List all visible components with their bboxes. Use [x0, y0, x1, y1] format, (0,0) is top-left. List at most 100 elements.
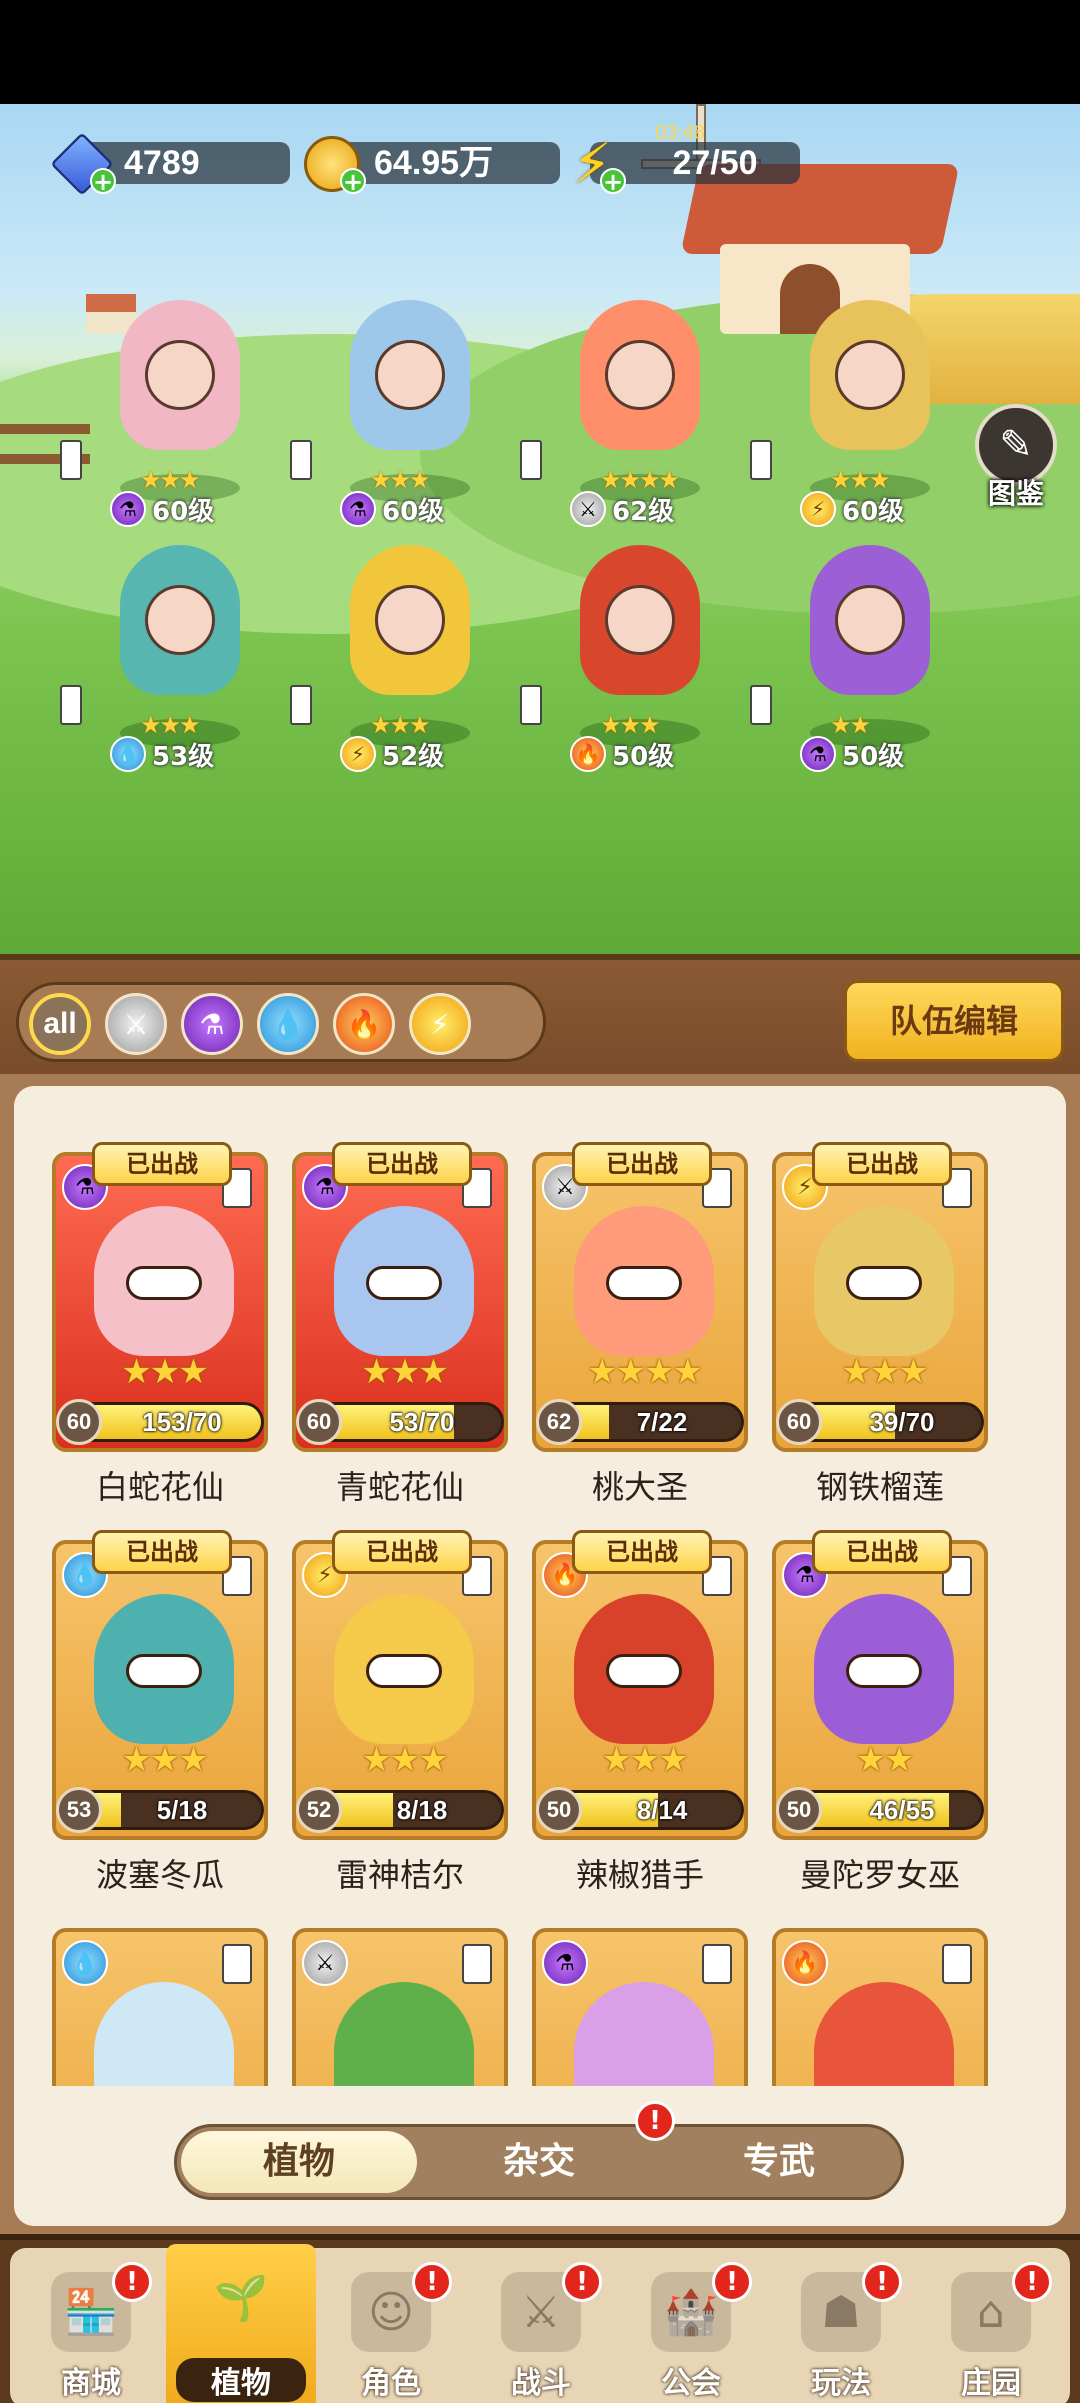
plant-card[interactable]: 🔥 — [772, 1928, 988, 2086]
plant-name: 青蛇花仙 — [335, 1468, 464, 1506]
tab-plants[interactable]: 植物 — [181, 2131, 417, 2193]
nav-label: 商城 — [61, 2366, 121, 2401]
plant-eyes — [366, 1266, 442, 1300]
filter-all-button[interactable]: all — [29, 993, 91, 1055]
plant-card[interactable]: 💧 — [52, 1928, 268, 2086]
filter-fire-button[interactable]: 🔥 — [333, 993, 395, 1055]
potion-icon: ⚗ — [542, 1940, 588, 1986]
plant-card[interactable]: 🔥 ★★★ 50 8/14 已出战 辣椒猎手 — [532, 1530, 748, 1894]
add-energy-button[interactable]: + — [600, 168, 626, 194]
field-hero[interactable]: ★★★ ⚡ 60级 — [750, 290, 970, 530]
formation-shape-icon — [290, 440, 312, 480]
plant-card[interactable]: 💧 ★★★ 53 5/18 已出战 波塞冬瓜 — [52, 1530, 268, 1894]
plant-card-panel: ⚗ ★★★ 60 153/70 已出战 白蛇花仙 ⚗ ★★★ 60 53/70 已出战 青蛇花仙 ⚔ ★★… — [0, 1074, 1080, 2234]
plant-card[interactable]: ⚗ ★★★ 60 53/70 已出战 青蛇花仙 — [292, 1142, 508, 1506]
plant-card[interactable]: ⚔ — [292, 1928, 508, 2086]
plant-card[interactable]: ⚔ ★★★★ 62 7/22 已出战 桃大圣 — [532, 1142, 748, 1506]
nav-item-character[interactable]: ☺ 角色! — [316, 2258, 466, 2403]
energy-timer: 03:48 — [655, 122, 706, 144]
plant-face — [145, 585, 215, 655]
nav-item-plant[interactable]: 🌱 植物 — [166, 2244, 316, 2403]
field-hero[interactable]: ★★★ 🔥 50级 — [520, 535, 740, 775]
plant-name: 雷神桔尔 — [335, 1856, 464, 1894]
nav-item-shop[interactable]: 🏪 商城! — [16, 2258, 166, 2403]
lightning-icon: ⚡ — [800, 491, 836, 527]
filter-thunder-button[interactable]: ⚡ — [409, 993, 471, 1055]
plant-level: 50 — [776, 1787, 822, 1833]
notification-badge: ! — [635, 2101, 675, 2141]
plant-level: 52 — [296, 1787, 342, 1833]
potion-icon: ⚗ — [110, 491, 146, 527]
tab-hybrid[interactable]: 杂交 — [421, 2131, 657, 2193]
formation-shape-icon — [60, 440, 82, 480]
nav-item-guild[interactable]: 🏰 公会! — [616, 2258, 766, 2403]
field-hero[interactable]: ★★★ 💧 53级 — [60, 535, 280, 775]
hero-level: 60级 — [382, 496, 445, 527]
hero-level: 60级 — [842, 496, 905, 527]
energy-amount: 27/50 — [672, 144, 758, 182]
plant-card[interactable]: ⚗ ★★ 50 46/55 已出战 曼陀罗女巫 — [772, 1530, 988, 1894]
filter-sword-button[interactable]: ⚔ — [105, 993, 167, 1055]
shard-count: 5/18 — [156, 1795, 208, 1825]
star-rating: ★★★ — [601, 1740, 688, 1780]
plant-name: 钢铁榴莲 — [815, 1468, 944, 1506]
plant-level: 60 — [56, 1399, 102, 1445]
formation-shape-icon — [942, 1944, 972, 1984]
field-hero[interactable]: ★★ ⚗ 50级 — [750, 535, 970, 775]
plant-level: 60 — [296, 1399, 342, 1445]
plant-eyes — [846, 1266, 922, 1300]
filter-magic-button[interactable]: ⚗ — [181, 993, 243, 1055]
nav-item-manor[interactable]: ⌂ 庄园! — [916, 2258, 1066, 2403]
nav-item-gameplay[interactable]: ☗ 玩法! — [766, 2258, 916, 2403]
lightning-icon: ⚡ — [340, 736, 376, 772]
shard-count: 153/70 — [142, 1407, 222, 1437]
field-hero[interactable]: ★★★ ⚗ 60级 — [60, 290, 280, 530]
tab-exclusive-weapon[interactable]: 专武 — [661, 2131, 897, 2193]
nav-label: 植物 — [176, 2358, 306, 2402]
plant-name: 白蛇花仙 — [95, 1468, 224, 1506]
coin-counter[interactable]: 64.95万 + — [300, 132, 560, 194]
element-filter-group: all ⚔ ⚗ 💧 🔥 ⚡ — [16, 982, 546, 1062]
star-rating: ★★★★ — [587, 1352, 703, 1392]
plant-card[interactable]: ⚡ ★★★ 60 39/70 已出战 钢铁榴莲 — [772, 1142, 988, 1506]
plant-card[interactable]: ⚡ ★★★ 52 8/18 已出战 雷神桔尔 — [292, 1530, 508, 1894]
fire-icon: 🔥 — [782, 1940, 828, 1986]
codex-button[interactable]: ✎ 图鉴 — [968, 404, 1064, 514]
add-gems-button[interactable]: + — [90, 168, 116, 194]
notification-badge: ! — [862, 2262, 902, 2302]
deployed-badge: 已出战 — [572, 1530, 712, 1574]
plant-portrait — [814, 1982, 954, 2086]
plant-card[interactable]: ⚗ — [532, 1928, 748, 2086]
team-edit-button[interactable]: 队伍编辑 — [844, 980, 1064, 1062]
plant-name: 波塞冬瓜 — [95, 1856, 224, 1894]
plant-card[interactable]: ⚗ ★★★ 60 153/70 已出战 白蛇花仙 — [52, 1142, 268, 1506]
plant-portrait — [334, 1982, 474, 2086]
star-rating: ★★ — [855, 1740, 915, 1780]
nav-label: 战斗 — [511, 2366, 571, 2401]
gem-amount: 4789 — [124, 144, 200, 182]
shard-count: 8/14 — [636, 1795, 688, 1825]
field-hero[interactable]: ★★★★ ⚔ 62级 — [520, 290, 740, 530]
plant-level: 53 — [56, 1787, 102, 1833]
nav-label: 庄园 — [961, 2366, 1021, 2401]
deployed-badge: 已出战 — [572, 1142, 712, 1186]
filter-water-button[interactable]: 💧 — [257, 993, 319, 1055]
potion-icon: ⚗ — [199, 1007, 225, 1041]
shard-count: 7/22 — [636, 1407, 688, 1437]
field-hero[interactable]: ★★★ ⚡ 52级 — [290, 535, 510, 775]
field-hero[interactable]: ★★★ ⚗ 60级 — [290, 290, 510, 530]
sword-icon: ⚔ — [123, 1007, 149, 1041]
nav-label: 角色 — [361, 2366, 421, 2401]
fire-icon: 🔥 — [570, 736, 606, 772]
add-coins-button[interactable]: + — [340, 168, 366, 194]
gem-counter[interactable]: 4789 + — [50, 132, 300, 196]
nav-item-battle[interactable]: ⚔ 战斗! — [466, 2258, 616, 2403]
plant-face — [375, 585, 445, 655]
card-grid[interactable]: ⚗ ★★★ 60 153/70 已出战 白蛇花仙 ⚗ ★★★ 60 53/70 已出战 青蛇花仙 ⚔ ★★… — [14, 1086, 1066, 2086]
sword-icon: ⚔ — [302, 1940, 348, 1986]
potion-icon: ⚗ — [800, 736, 836, 772]
plant-name: 曼陀罗女巫 — [799, 1856, 960, 1894]
notification-badge: ! — [1012, 2262, 1052, 2302]
hero-level: 53级 — [152, 741, 215, 772]
lightning-icon: ⚡ — [430, 1007, 450, 1041]
